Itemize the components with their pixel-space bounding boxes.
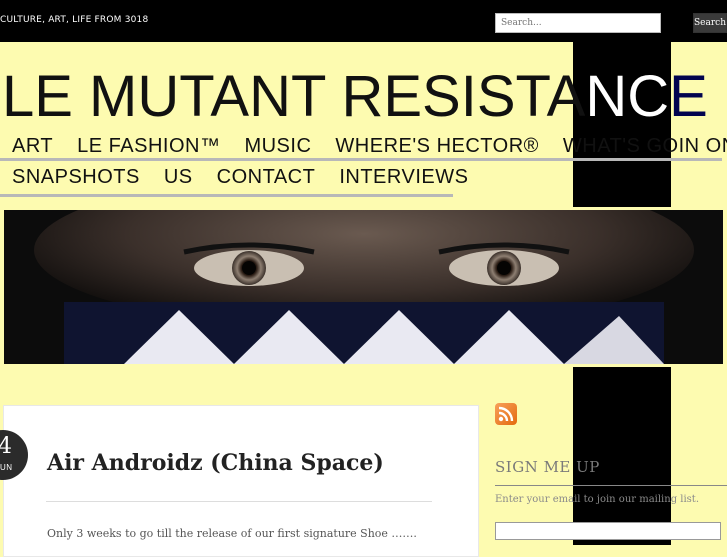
sidebar-black-stripe (573, 367, 671, 545)
post-date-day: 4 (0, 434, 12, 459)
nav-item-interviews[interactable]: INTERVIEWS (327, 165, 480, 189)
top-bar: CULTURE, ART, LIFE FROM 3018 Search (0, 0, 727, 42)
post-divider (46, 501, 432, 502)
nav-item-whats-goin-on[interactable]: WHAT'S GOIN ON? (551, 134, 727, 158)
search-button[interactable]: Search (693, 13, 727, 33)
nav-item-wheres-hector[interactable]: WHERE'S HECTOR® (323, 134, 550, 158)
nav-item-snapshots[interactable]: SNAPSHOTS (0, 165, 152, 189)
signup-widget-title: SIGN ME UP (495, 458, 600, 476)
site-title-part-a: LE MUTANT RESISTA (2, 64, 586, 129)
email-field[interactable] (495, 522, 721, 540)
rss-glyph-icon (498, 406, 514, 422)
site-title-part-b: NCE (585, 64, 708, 129)
site-title[interactable]: LE MUTANT RESISTANCE (2, 66, 708, 128)
site-tagline: CULTURE, ART, LIFE FROM 3018 (0, 15, 149, 25)
nav-item-us[interactable]: US (152, 165, 205, 189)
nav-row-2-underline (0, 194, 453, 197)
rss-icon[interactable] (495, 403, 517, 425)
post-title[interactable]: Air Androidz (China Space) (47, 450, 384, 476)
nav-item-art[interactable]: ART (0, 134, 65, 158)
search-input[interactable] (495, 13, 661, 33)
nav-item-contact[interactable]: CONTACT (205, 165, 328, 189)
main-nav-row-1: ART LE FASHION™ MUSIC WHERE'S HECTOR® WHAT'S… (0, 134, 727, 158)
hero-image (4, 210, 723, 364)
post-date-month: UN (0, 463, 13, 472)
nav-row-1-underline (0, 158, 722, 161)
post-excerpt: Only 3 weeks to go till the release of o… (47, 527, 417, 540)
signup-widget-rule (495, 485, 727, 486)
nav-item-music[interactable]: MUSIC (232, 134, 323, 158)
main-nav-row-2: SNAPSHOTS US CONTACT INTERVIEWS (0, 165, 480, 189)
nav-item-le-fashion[interactable]: LE FASHION™ (65, 134, 232, 158)
hero-eyes-illustration (4, 210, 723, 364)
signup-widget-text: Enter your email to join our mailing lis… (495, 494, 700, 505)
